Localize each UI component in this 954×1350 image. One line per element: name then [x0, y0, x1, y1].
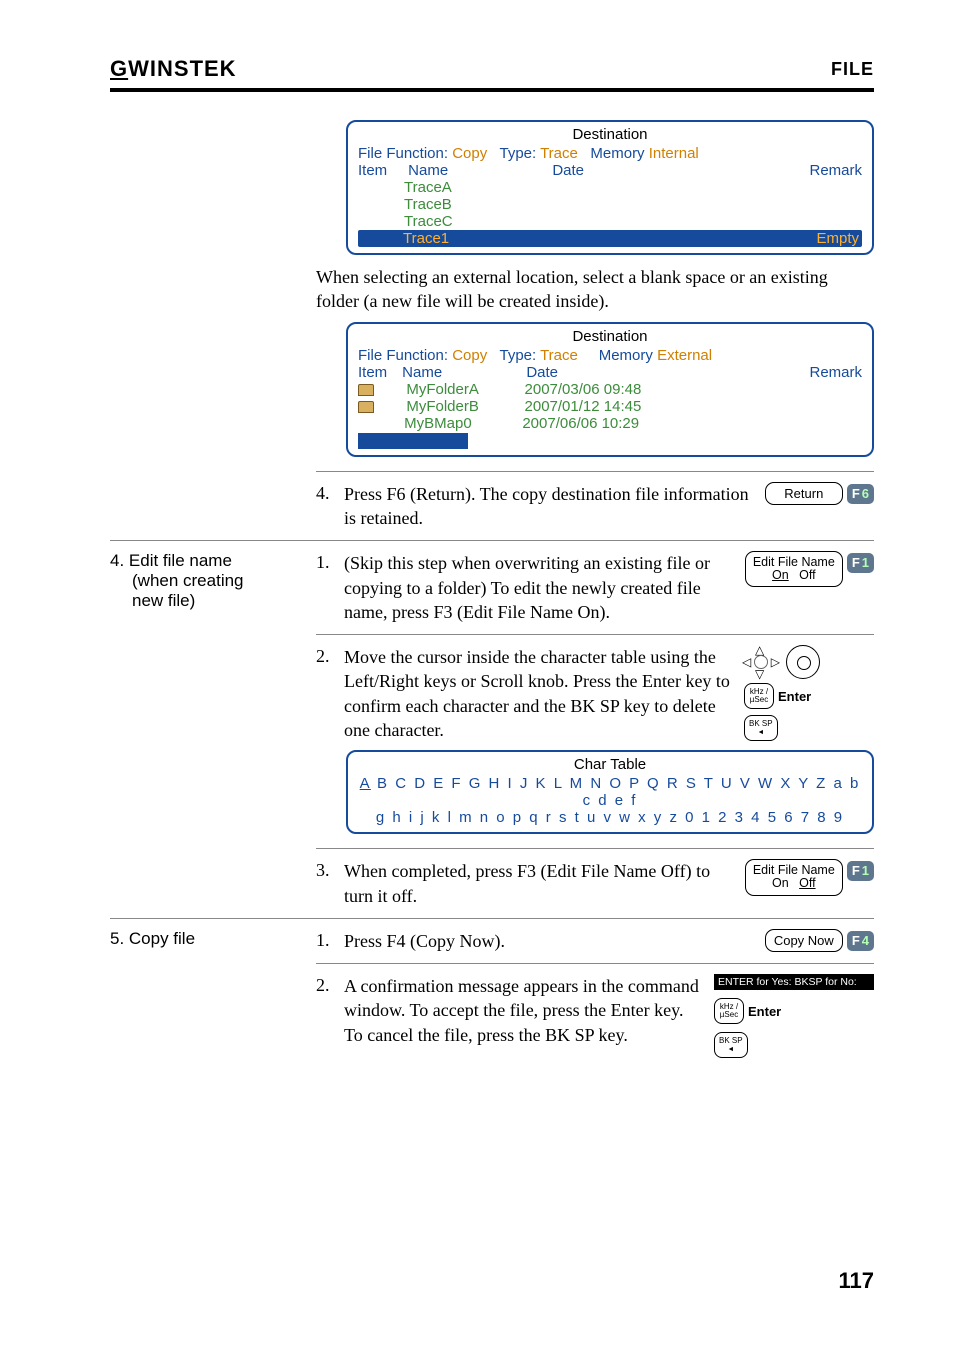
value: Internal [649, 145, 699, 162]
selected-name: Trace1 [403, 230, 449, 247]
col-remark: Remark [809, 162, 862, 179]
paragraph: When selecting an external location, sel… [316, 265, 874, 314]
step-text: (Skip this step when overwriting an exis… [344, 551, 737, 624]
label: File Function: [358, 145, 448, 162]
col-name: Name [408, 162, 548, 179]
value: Trace [540, 347, 578, 364]
step-number: 1. [316, 929, 344, 953]
page-number: 117 [839, 1268, 875, 1294]
f6-key[interactable]: F6 [847, 484, 874, 504]
selected-row: Trace1 Empty [358, 230, 862, 247]
trace-name: TraceB [404, 196, 452, 213]
enter-label: Enter [778, 689, 811, 704]
enter-key[interactable] [714, 998, 744, 1024]
step-text: Press F6 (Return). The copy destination … [344, 482, 757, 531]
value: Copy [452, 145, 487, 162]
edit-file-name-softkey[interactable]: Edit File Name On Off [745, 551, 843, 587]
f4-key[interactable]: F4 [847, 931, 874, 951]
f1-key[interactable]: F1 [847, 861, 874, 881]
section-5-title: 5. Copy file [110, 929, 300, 949]
value: External [657, 347, 712, 364]
step-number: 4. [316, 482, 344, 531]
char-table-title: Char Table [358, 756, 862, 773]
folder-date: 2007/06/06 10:29 [522, 415, 639, 432]
char-row-1: A B C D E F G H I J K L M N O P Q R S T … [358, 775, 862, 809]
enter-key[interactable] [744, 683, 774, 709]
dpad-icon: ◁▷△▽ [744, 645, 778, 679]
label: Memory [590, 145, 644, 162]
empty-selection-bar [358, 433, 468, 449]
folder-date: 2007/01/12 14:45 [525, 398, 642, 415]
step-text: Move the cursor inside the character tab… [344, 645, 736, 742]
char-row-2: g h i j k l m n o p q r s t u v w x y z … [358, 809, 862, 826]
return-softkey[interactable]: Return [765, 482, 843, 505]
page-section-label: FILE [831, 59, 874, 80]
edit-file-name-off-softkey[interactable]: Edit File Name On Off [745, 859, 843, 895]
bksp-key[interactable] [714, 1032, 748, 1058]
brand-logo: GGWINSTEKWINSTEK [110, 56, 237, 82]
label: Type: [499, 347, 536, 364]
step-number: 2. [316, 645, 344, 742]
scroll-knob-icon [786, 645, 820, 679]
step-number: 3. [316, 859, 344, 908]
step-text: Press F4 (Copy Now). [344, 929, 757, 953]
folder-icon [358, 401, 374, 413]
col-item: Item [358, 364, 398, 381]
step-number: 2. [316, 974, 344, 1058]
enter-label: Enter [748, 1004, 781, 1019]
confirm-message: ENTER for Yes: BKSP for No: [714, 974, 874, 990]
col-item: Item [358, 162, 404, 179]
copy-now-softkey[interactable]: Copy Now [765, 929, 843, 952]
label: Memory [599, 347, 653, 364]
destination-box-external: Destination File Function: Copy Type: Tr… [346, 322, 874, 457]
char-table-box: Char Table A B C D E F G H I J K L M N O… [346, 750, 874, 834]
col-name: Name [402, 364, 522, 381]
folder-name: MyFolderA [406, 381, 520, 398]
label: File Function: [358, 347, 448, 364]
folder-icon [358, 384, 374, 396]
trace-name: TraceA [404, 179, 452, 196]
step-text: A confirmation message appears in the co… [344, 974, 706, 1058]
label: Type: [499, 145, 536, 162]
col-remark: Remark [809, 364, 862, 381]
trace-name: TraceC [404, 213, 453, 230]
step-number: 1. [316, 551, 344, 624]
col-date: Date [552, 162, 692, 179]
folder-name: MyFolderB [406, 398, 520, 415]
col-date: Date [526, 364, 676, 381]
box-title: Destination [358, 328, 862, 345]
folder-name: MyBMap0 [404, 415, 518, 432]
bksp-key[interactable] [744, 715, 778, 741]
f1-key[interactable]: F1 [847, 553, 874, 573]
section-4-title: 4. Edit file name (when creating new fil… [110, 551, 300, 611]
destination-box-internal: Destination File Function: Copy Type: Tr… [346, 120, 874, 255]
value: Copy [452, 347, 487, 364]
step-text: When completed, press F3 (Edit File Name… [344, 859, 737, 908]
folder-date: 2007/03/06 09:48 [525, 381, 642, 398]
selected-remark: Empty [816, 230, 859, 247]
value: Trace [540, 145, 578, 162]
box-title: Destination [358, 126, 862, 143]
